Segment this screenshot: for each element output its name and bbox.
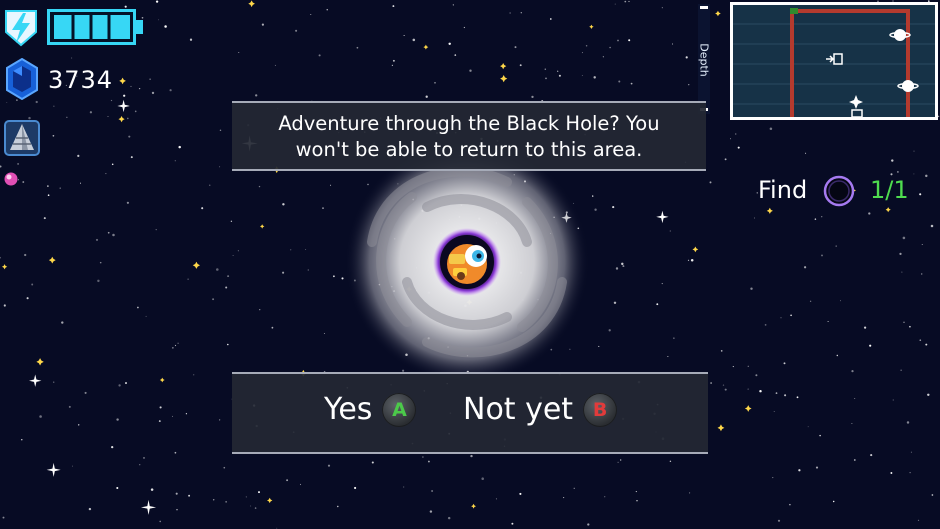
lightning-shield-icon	[5, 10, 37, 47]
depth-label: Depth	[697, 43, 711, 77]
gem-count: 3734	[48, 66, 114, 94]
black-hole-icon	[823, 175, 855, 207]
battery-meter	[47, 9, 143, 45]
prompt-text: Adventure through the Black Hole? You wo…	[278, 112, 660, 161]
objective-label: Find	[758, 176, 808, 204]
blue-gem-icon	[6, 58, 38, 100]
choice-dialog: Yes A Not yet B	[232, 372, 708, 454]
yes-label: Yes	[324, 392, 373, 427]
yes-button[interactable]: Yes A	[324, 392, 417, 427]
not-yet-label: Not yet	[463, 392, 574, 427]
objective-count: 1/1	[870, 176, 909, 204]
b-button-letter: B	[592, 398, 608, 421]
miner-creature	[447, 244, 487, 284]
a-button-letter: A	[392, 398, 407, 421]
prompt-dialog: Adventure through the Black Hole? You wo…	[232, 101, 706, 171]
a-button-icon: A	[382, 392, 417, 427]
drill-icon	[4, 120, 40, 156]
black-hole	[345, 140, 589, 384]
not-yet-button[interactable]: Not yet B	[463, 392, 618, 427]
minimap[interactable]	[730, 2, 938, 120]
pink-orb-icon	[4, 172, 18, 186]
b-button-icon: B	[583, 392, 618, 427]
